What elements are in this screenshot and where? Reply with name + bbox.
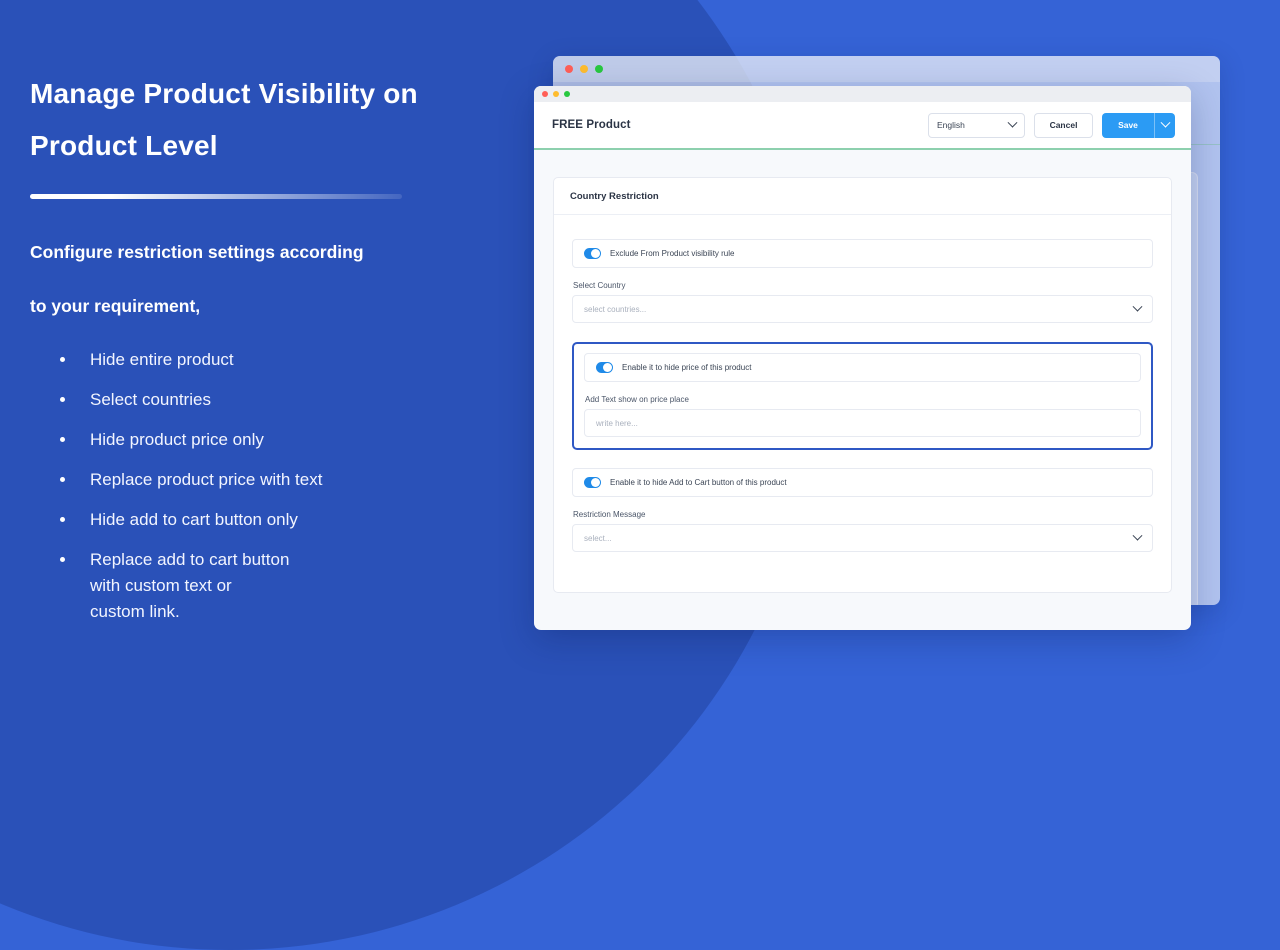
bullet-icon bbox=[60, 437, 65, 442]
select-country-dropdown[interactable]: select countries... bbox=[572, 295, 1153, 323]
list-item: Replace add to cart button with custom t… bbox=[30, 547, 520, 625]
exclude-visibility-label: Exclude From Product visibility rule bbox=[610, 249, 735, 258]
list-item: Hide product price only bbox=[30, 427, 520, 453]
hide-add-to-cart-label: Enable it to hide Add to Cart button of … bbox=[610, 478, 787, 487]
select-country-placeholder: select countries... bbox=[584, 304, 647, 314]
subheading-line-2: to your requirement, bbox=[30, 296, 201, 316]
restriction-message-placeholder: select... bbox=[584, 533, 612, 543]
headline-line-1: Manage Product Visibility on bbox=[30, 78, 418, 109]
price-text-placeholder: write here... bbox=[596, 418, 638, 428]
list-item-label-cont: with custom text or bbox=[90, 576, 232, 595]
minimize-icon bbox=[580, 65, 588, 73]
bullet-icon bbox=[60, 557, 65, 562]
product-settings-window: FREE Product English Cancel Save Country… bbox=[534, 86, 1191, 630]
list-item-label: Hide add to cart button only bbox=[90, 510, 298, 529]
marketing-panel: Manage Product Visibility on Product Lev… bbox=[0, 0, 520, 720]
toggle-switch-on[interactable] bbox=[596, 362, 613, 373]
exclude-visibility-toggle-row[interactable]: Exclude From Product visibility rule bbox=[572, 239, 1153, 268]
close-icon[interactable] bbox=[542, 91, 548, 97]
bullet-icon bbox=[60, 517, 65, 522]
cancel-button[interactable]: Cancel bbox=[1034, 112, 1093, 138]
title-divider bbox=[30, 194, 402, 199]
toggle-switch-on[interactable] bbox=[584, 477, 601, 488]
hide-add-to-cart-toggle-row[interactable]: Enable it to hide Add to Cart button of … bbox=[572, 468, 1153, 497]
product-title: FREE Product bbox=[552, 119, 631, 131]
list-item: Replace product price with text bbox=[30, 467, 520, 493]
list-item: Hide add to cart button only bbox=[30, 507, 520, 533]
restriction-message-label: Restriction Message bbox=[573, 510, 646, 519]
list-item-label-cont: custom link. bbox=[90, 602, 180, 621]
list-item-label: Hide entire product bbox=[90, 350, 234, 369]
country-restriction-card: Country Restriction Exclude From Product… bbox=[553, 177, 1172, 593]
maximize-icon[interactable] bbox=[564, 91, 570, 97]
language-select[interactable]: English bbox=[928, 112, 1025, 138]
minimize-icon[interactable] bbox=[553, 91, 559, 97]
list-item-label: Hide product price only bbox=[90, 430, 264, 449]
save-button[interactable]: Save bbox=[1102, 113, 1154, 138]
hide-price-toggle-row[interactable]: Enable it to hide price of this product bbox=[584, 353, 1141, 382]
header-actions: English Cancel Save bbox=[928, 112, 1175, 138]
price-text-input[interactable]: write here... bbox=[584, 409, 1141, 437]
card-body: Exclude From Product visibility rule Sel… bbox=[554, 215, 1171, 592]
window-body: Country Restriction Exclude From Product… bbox=[534, 150, 1191, 593]
chevron-down-icon bbox=[1007, 117, 1018, 128]
list-item: Select countries bbox=[30, 387, 520, 413]
subheading-line-1: Configure restriction settings according bbox=[30, 242, 364, 262]
restriction-message-dropdown[interactable]: select... bbox=[572, 524, 1153, 552]
background-window-titlebar bbox=[553, 56, 1220, 82]
price-text-label: Add Text show on price place bbox=[585, 395, 689, 404]
hide-price-group: Enable it to hide price of this product … bbox=[572, 342, 1153, 450]
window-header: FREE Product English Cancel Save bbox=[534, 102, 1191, 150]
maximize-icon bbox=[595, 65, 603, 73]
feature-list: Hide entire product Select countries Hid… bbox=[30, 347, 520, 625]
chevron-down-icon bbox=[1132, 301, 1143, 312]
chevron-down-icon bbox=[1160, 117, 1170, 128]
window-titlebar bbox=[534, 86, 1191, 102]
toggle-knob bbox=[591, 249, 600, 258]
save-button-group: Save bbox=[1102, 112, 1175, 138]
card-title: Country Restriction bbox=[554, 178, 1171, 215]
toggle-switch-on[interactable] bbox=[584, 248, 601, 259]
bottom-spacer bbox=[572, 552, 1153, 566]
bullet-icon bbox=[60, 357, 65, 362]
hide-price-label: Enable it to hide price of this product bbox=[622, 363, 752, 372]
list-item-label: Select countries bbox=[90, 390, 211, 409]
bullet-icon bbox=[60, 477, 65, 482]
select-country-label: Select Country bbox=[573, 281, 626, 290]
toggle-knob bbox=[603, 363, 612, 372]
headline-line-2: Product Level bbox=[30, 130, 218, 161]
toggle-knob bbox=[591, 478, 600, 487]
subheading: Configure restriction settings according… bbox=[30, 225, 490, 333]
list-item-label: Replace add to cart button bbox=[90, 550, 290, 569]
save-dropdown-button[interactable] bbox=[1154, 112, 1175, 138]
bullet-icon bbox=[60, 397, 65, 402]
list-item-label: Replace product price with text bbox=[90, 470, 323, 489]
list-item: Hide entire product bbox=[30, 347, 520, 373]
page-title: Manage Product Visibility on Product Lev… bbox=[30, 68, 470, 172]
language-select-value: English bbox=[937, 120, 965, 130]
close-icon bbox=[565, 65, 573, 73]
chevron-down-icon bbox=[1132, 530, 1143, 541]
